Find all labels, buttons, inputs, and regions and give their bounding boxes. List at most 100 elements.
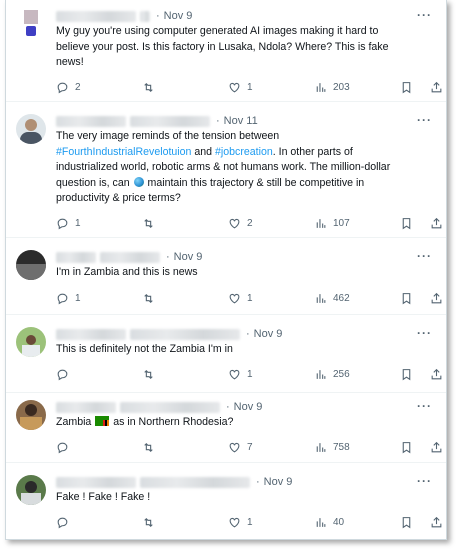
like-button[interactable]: 1	[228, 366, 253, 382]
avatar[interactable]	[16, 475, 46, 505]
tweet-actions: 7 758	[56, 439, 443, 455]
hashtag-link[interactable]: #FourthIndustrialRevelotuion	[56, 146, 191, 158]
share-button[interactable]	[430, 79, 443, 95]
avatar[interactable]	[16, 400, 46, 430]
retweet-button[interactable]	[142, 366, 161, 382]
reply-icon	[57, 369, 68, 380]
reply-button[interactable]	[56, 439, 75, 455]
tweet-time[interactable]: Nov 9	[234, 401, 263, 413]
retweet-button[interactable]	[142, 514, 161, 530]
like-button[interactable]: 7	[228, 439, 253, 455]
views-icon	[316, 369, 326, 379]
retweet-button[interactable]	[142, 439, 161, 455]
tweet-time[interactable]: Nov 9	[254, 328, 283, 340]
tweet-text: I'm in Zambia and this is news	[56, 266, 198, 278]
user-name[interactable]	[56, 328, 126, 340]
user-handle[interactable]	[130, 328, 240, 340]
tweet-text: My guy you're using computer generated A…	[56, 25, 389, 68]
share-button[interactable]	[430, 439, 443, 455]
tweet[interactable]: · Nov 11 ··· The very image reminds of t…	[6, 102, 446, 238]
bookmark-button[interactable]	[400, 366, 413, 382]
share-icon	[431, 217, 442, 228]
user-handle[interactable]	[140, 10, 150, 22]
user-handle[interactable]	[100, 251, 160, 263]
more-icon[interactable]: ···	[417, 249, 432, 263]
tweet[interactable]: · Nov 9 ··· I'm in Zambia and this is ne…	[6, 238, 446, 315]
tweet-time[interactable]: Nov 11	[224, 115, 258, 127]
retweet-icon	[144, 517, 153, 527]
views-button[interactable]: 107	[314, 215, 350, 231]
user-name[interactable]	[56, 251, 96, 263]
reply-icon	[57, 218, 68, 229]
hashtag-link[interactable]: #jobcreation	[215, 146, 273, 158]
heart-icon	[229, 369, 240, 379]
more-icon[interactable]: ···	[417, 399, 432, 413]
avatar[interactable]	[16, 114, 46, 144]
views-icon	[316, 218, 326, 228]
reply-button[interactable]: 1	[56, 215, 81, 231]
reply-button[interactable]: 1	[56, 290, 81, 306]
tweet-actions: 1 2 107	[56, 215, 443, 231]
tweet-time[interactable]: Nov 9	[174, 251, 203, 263]
reply-icon	[57, 517, 68, 528]
heart-icon	[229, 517, 240, 527]
views-button[interactable]: 40	[314, 514, 344, 530]
heart-icon	[229, 82, 240, 92]
more-icon[interactable]: ···	[417, 113, 432, 127]
views-icon	[316, 517, 326, 527]
avatar[interactable]	[16, 250, 46, 280]
share-button[interactable]	[430, 514, 443, 530]
share-icon	[431, 368, 442, 379]
retweet-button[interactable]	[142, 79, 161, 95]
like-button[interactable]: 2	[228, 215, 253, 231]
share-button[interactable]	[430, 290, 443, 306]
more-icon[interactable]: ···	[417, 326, 432, 340]
like-button[interactable]: 1	[228, 290, 253, 306]
share-button[interactable]	[430, 215, 443, 231]
tweet-time[interactable]: Nov 9	[264, 476, 293, 488]
bookmark-icon	[402, 81, 411, 93]
reply-button[interactable]	[56, 366, 75, 382]
tweet[interactable]: · Nov 9 ··· Zambia as in Northern Rhodes…	[6, 393, 446, 463]
more-icon[interactable]: ···	[417, 8, 432, 22]
bookmark-button[interactable]	[400, 79, 413, 95]
views-button[interactable]: 462	[314, 290, 350, 306]
tweet[interactable]: · Nov 9 ··· My guy you're using computer…	[6, 0, 446, 102]
views-icon	[316, 293, 326, 303]
views-icon	[316, 442, 326, 452]
bookmark-button[interactable]	[400, 514, 413, 530]
user-handle[interactable]	[140, 476, 250, 488]
retweet-button[interactable]	[142, 215, 161, 231]
more-icon[interactable]: ···	[417, 474, 432, 488]
reply-icon	[57, 82, 68, 93]
bookmark-button[interactable]	[400, 290, 413, 306]
reply-icon	[57, 442, 68, 453]
like-button[interactable]: 1	[228, 79, 253, 95]
views-button[interactable]: 256	[314, 366, 350, 382]
bookmark-icon	[402, 441, 411, 453]
views-button[interactable]: 758	[314, 439, 350, 455]
bookmark-button[interactable]	[400, 215, 413, 231]
like-button[interactable]: 1	[228, 514, 253, 530]
tweet-text: This is definitely not the Zambia I'm in	[56, 343, 233, 355]
tweet-header: · Nov 9	[56, 249, 202, 265]
share-button[interactable]	[430, 366, 443, 382]
reply-button[interactable]: 2	[56, 79, 81, 95]
avatar[interactable]	[16, 8, 46, 38]
tweet[interactable]: · Nov 9 ··· This is definitely not the Z…	[6, 315, 446, 393]
views-button[interactable]: 203	[314, 79, 350, 95]
tweet-time[interactable]: Nov 9	[164, 10, 193, 22]
user-name[interactable]	[56, 401, 116, 413]
reply-button[interactable]	[56, 514, 75, 530]
user-name[interactable]	[56, 476, 136, 488]
user-handle[interactable]	[130, 115, 210, 127]
retweet-button[interactable]	[142, 290, 161, 306]
bookmark-icon	[402, 292, 411, 304]
user-handle[interactable]	[120, 401, 220, 413]
user-name[interactable]	[56, 115, 126, 127]
user-name[interactable]	[56, 10, 136, 22]
bookmark-button[interactable]	[400, 439, 413, 455]
bookmark-icon	[402, 217, 411, 229]
tweet[interactable]: · Nov 9 ··· Fake ! Fake ! Fake ! 1 40	[6, 463, 446, 539]
avatar[interactable]	[16, 327, 46, 357]
